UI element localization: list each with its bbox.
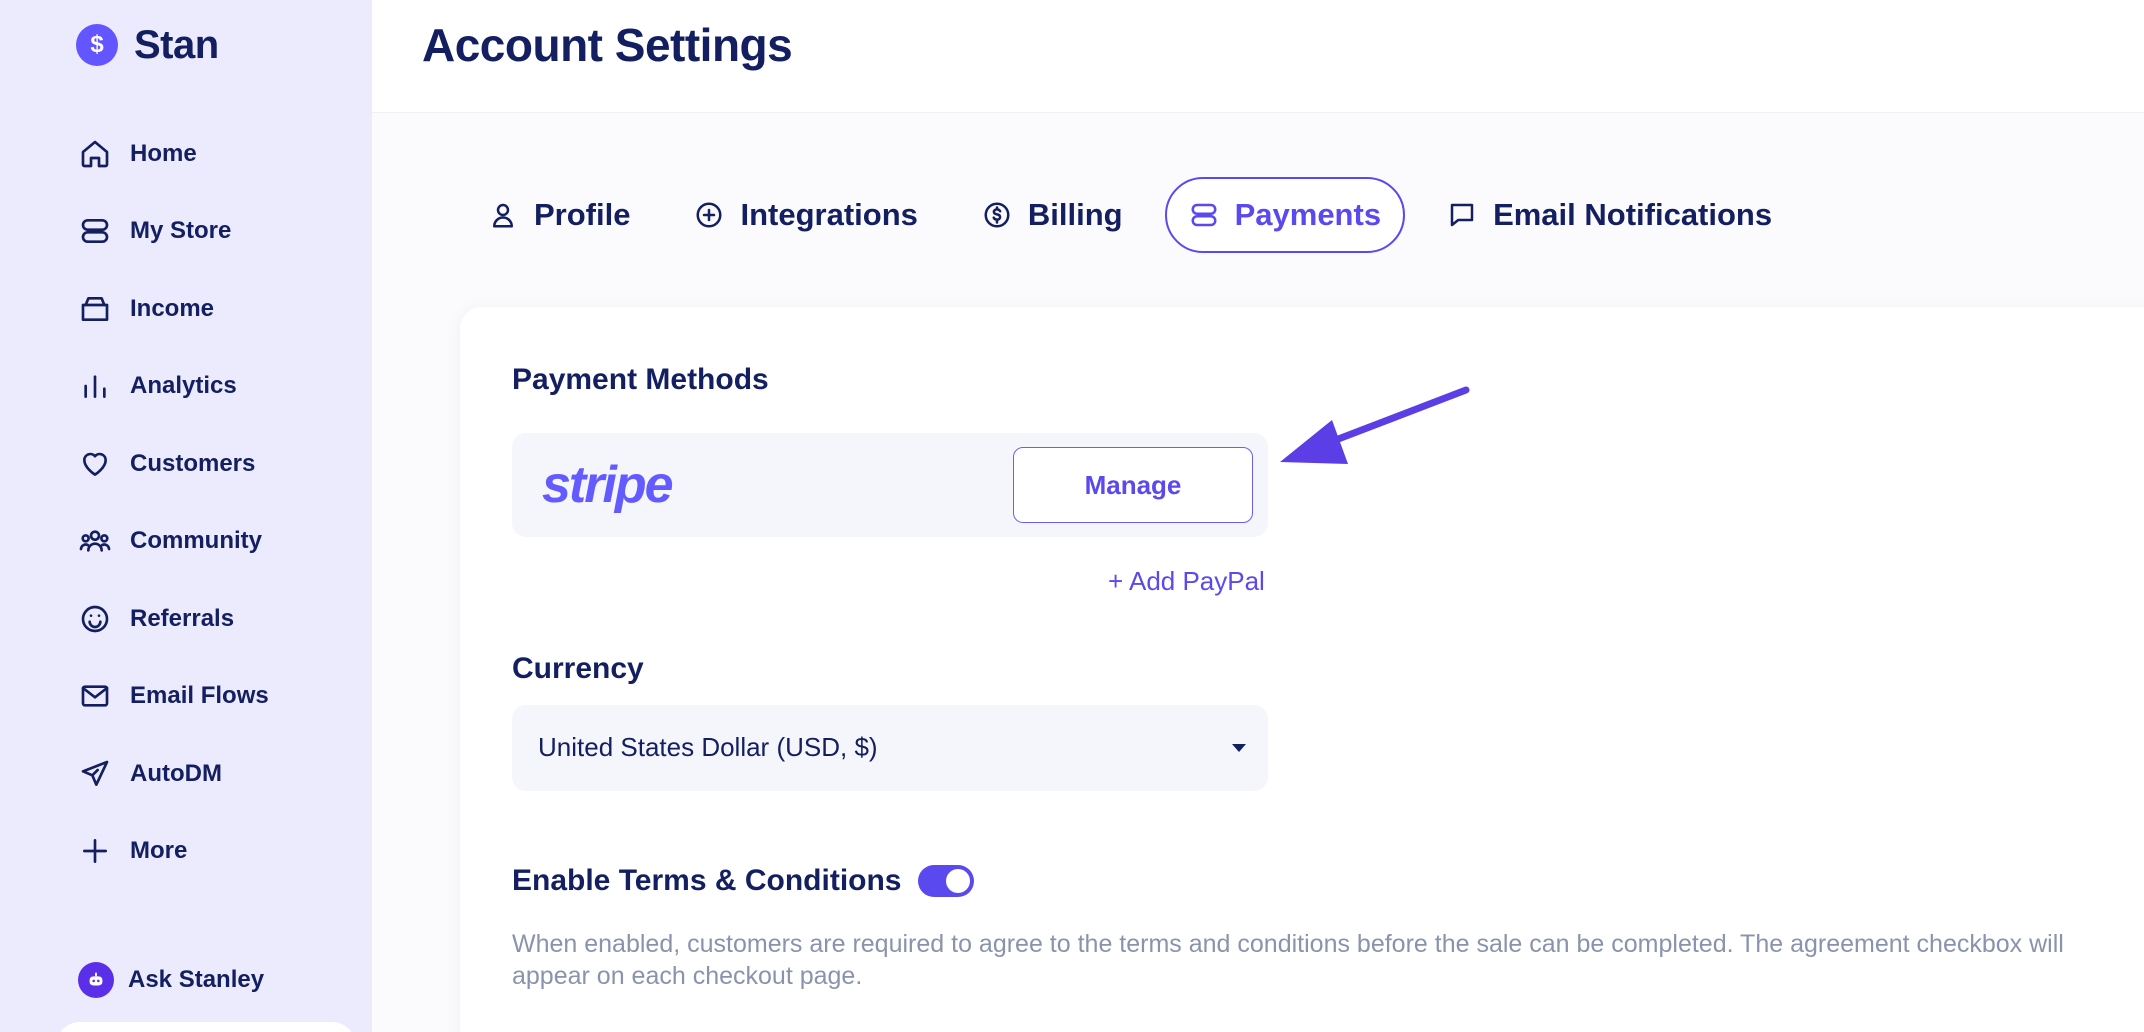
sidebar-bottom-card (56, 1022, 356, 1032)
sidebar-item-income[interactable]: Income (78, 270, 269, 348)
sidebar-item-my-store[interactable]: My Store (78, 193, 269, 271)
analytics-icon (78, 369, 112, 403)
sidebar-item-label: Customers (130, 449, 256, 477)
currency-value: United States Dollar (USD, $) (538, 732, 878, 762)
heart-icon (78, 447, 112, 481)
toggle-knob (945, 869, 970, 893)
terms-toggle[interactable] (917, 865, 974, 897)
sidebar-item-label: Referrals (130, 604, 235, 632)
sidebar-nav: Home My Store Income Analytics Customers (78, 115, 269, 890)
sidebar: $ Stan Home My Store Income Analytics Cu… (0, 0, 372, 1032)
community-icon (78, 524, 112, 558)
payment-methods-title: Payment Methods (512, 363, 769, 396)
stripe-logo: stripe (542, 456, 674, 514)
smile-icon (78, 602, 112, 636)
terms-row: Enable Terms & Conditions (512, 864, 974, 898)
stan-logo-icon: $ (76, 24, 118, 66)
sidebar-item-more[interactable]: More (78, 813, 269, 891)
sidebar-item-label: Home (130, 139, 197, 167)
tab-email-notifications[interactable]: Email Notifications (1425, 177, 1794, 253)
robot-icon (78, 962, 114, 998)
payments-icon (1191, 203, 1217, 227)
home-icon (78, 137, 112, 171)
ask-stanley-label: Ask Stanley (128, 966, 265, 993)
send-icon (78, 757, 112, 791)
stripe-payment-method: stripe Manage (512, 433, 1268, 537)
sidebar-item-autodm[interactable]: AutoDM (78, 735, 269, 813)
tab-label: Integrations (740, 197, 918, 232)
sidebar-item-customers[interactable]: Customers (78, 425, 269, 503)
terms-title: Enable Terms & Conditions (512, 864, 902, 897)
sidebar-item-label: Email Flows (130, 682, 269, 710)
ask-stanley-button[interactable]: Ask Stanley (78, 962, 264, 998)
sidebar-item-label: My Store (130, 217, 232, 245)
caret-down-icon (1232, 744, 1246, 752)
sidebar-item-label: Income (130, 294, 215, 322)
store-icon (78, 214, 112, 248)
currency-select[interactable]: United States Dollar (USD, $) (512, 705, 1268, 791)
settings-tabs: Profile Integrations Billing Payments Em… (466, 177, 1814, 253)
tab-label: Profile (534, 197, 631, 232)
brand[interactable]: $ Stan (76, 22, 219, 68)
sidebar-item-email-flows[interactable]: Email Flows (78, 658, 269, 736)
terms-description: When enabled, customers are required to … (512, 930, 2064, 990)
add-paypal-link[interactable]: + Add PayPal (1108, 566, 1265, 597)
sidebar-item-label: Analytics (130, 372, 237, 400)
tab-payments[interactable]: Payments (1164, 177, 1406, 253)
brand-name: Stan (134, 22, 219, 67)
sidebar-item-community[interactable]: Community (78, 503, 269, 581)
plus-circle-icon (696, 202, 722, 228)
user-icon (493, 203, 513, 228)
page-title: Account Settings (422, 19, 793, 71)
manage-button[interactable]: Manage (1013, 447, 1253, 523)
page-header: Account Settings (372, 0, 2144, 113)
mail-icon (78, 679, 112, 713)
sidebar-item-analytics[interactable]: Analytics (78, 348, 269, 426)
sidebar-item-label: More (130, 837, 188, 865)
plus-icon (78, 834, 112, 868)
tab-label: Billing (1027, 197, 1123, 232)
currency-title: Currency (512, 652, 644, 685)
tab-integrations[interactable]: Integrations (672, 177, 939, 253)
message-icon (1450, 203, 1474, 227)
sidebar-item-referrals[interactable]: Referrals (78, 580, 269, 658)
sidebar-item-home[interactable]: Home (78, 115, 269, 193)
dollar-circle-icon (984, 202, 1010, 228)
annotation-arrow-icon (1280, 386, 1470, 464)
wallet-icon (78, 292, 112, 326)
sidebar-item-label: AutoDM (130, 759, 222, 787)
tab-billing[interactable]: Billing (960, 177, 1145, 253)
tab-label: Email Notifications (1493, 197, 1773, 232)
tab-profile[interactable]: Profile (466, 177, 652, 253)
tab-label: Payments (1234, 197, 1382, 232)
sidebar-item-label: Community (130, 527, 262, 555)
